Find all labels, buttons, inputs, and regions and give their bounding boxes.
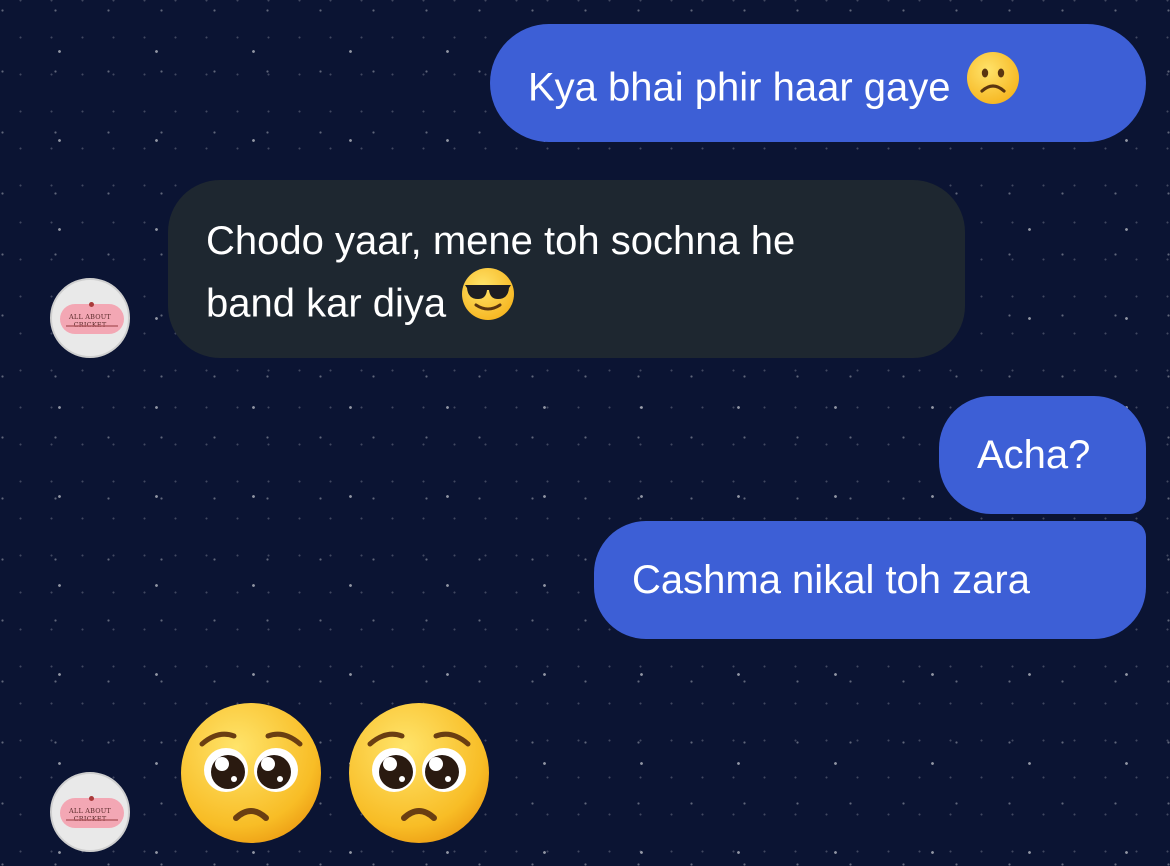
message-text-line-2-label: band kar diya	[206, 281, 447, 326]
message-text-line-1: Chodo yaar, mene toh sochna he	[206, 219, 796, 263]
avatar-underline	[66, 819, 118, 821]
message-bubble-outgoing[interactable]: Acha?	[939, 396, 1146, 514]
pleading-face-icon[interactable]	[178, 700, 324, 851]
cricket-ball-icon	[89, 796, 94, 801]
message-bubble-incoming[interactable]: Chodo yaar, mene toh sochna he band kar …	[168, 180, 965, 358]
message-bubble-outgoing[interactable]: Kya bhai phir haar gaye	[490, 24, 1146, 142]
message-text-line-2: band kar diya	[206, 268, 965, 342]
sunglasses-face-icon	[460, 266, 516, 338]
frowning-face-icon	[965, 50, 1021, 122]
cricket-ball-icon	[89, 302, 94, 307]
pleading-face-icon[interactable]	[346, 700, 492, 851]
contact-avatar[interactable]: ALL ABOUT CRICKET	[50, 772, 130, 852]
message-text: Acha?	[977, 433, 1091, 477]
message-text: Kya bhai phir haar gaye	[528, 65, 951, 110]
avatar-underline	[66, 325, 118, 327]
contact-avatar[interactable]: ALL ABOUT CRICKET	[50, 278, 130, 358]
message-text: Cashma nikal toh zara	[632, 558, 1030, 602]
message-bubble-outgoing[interactable]: Cashma nikal toh zara	[594, 521, 1146, 639]
